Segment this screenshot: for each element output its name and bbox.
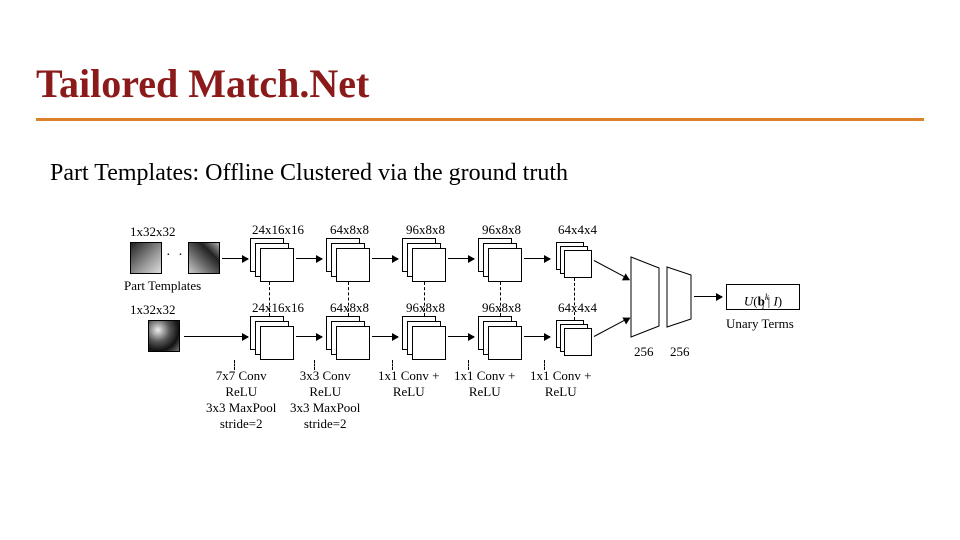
fmap-size-1b: 24x16x16 <box>252 300 304 316</box>
conv-desc-3: 1x1 Conv + ReLU <box>378 368 440 400</box>
fc-layer-2-shape <box>666 266 692 328</box>
branch-tie-3 <box>424 282 425 316</box>
template-thumb-1 <box>130 242 162 274</box>
arrow-icon <box>594 317 630 337</box>
arrow-icon <box>372 258 398 259</box>
conv-desc-5: 1x1 Conv + ReLU <box>530 368 592 400</box>
part-templates-label: Part Templates <box>124 278 201 294</box>
fmap-size-3b: 96x8x8 <box>406 300 445 316</box>
fmap-size-5b: 64x4x4 <box>558 300 597 316</box>
fmap-size-1: 24x16x16 <box>252 222 304 238</box>
branch-tie-4 <box>500 282 501 316</box>
bottom-input-size: 1x32x32 <box>130 302 176 318</box>
fc-size-1: 256 <box>634 344 654 360</box>
fmap-size-4: 96x8x8 <box>482 222 521 238</box>
branch-tie-1 <box>269 282 270 316</box>
slide-title: Tailored Match.Net <box>36 60 369 107</box>
arrow-icon <box>594 260 630 280</box>
matchnet-diagram: 1x32x32 · · · Part Templates 1x32x32 24x… <box>130 220 860 450</box>
arrow-icon <box>184 336 248 337</box>
arrow-icon <box>448 258 474 259</box>
top-input-size: 1x32x32 <box>130 224 176 240</box>
conv-desc-1: 7x7 Conv ReLU 3x3 MaxPool stride=2 <box>206 368 276 432</box>
arrow-icon <box>296 336 322 337</box>
arrow-icon <box>448 336 474 337</box>
arrow-icon <box>524 336 550 337</box>
branch-tie-2 <box>348 282 349 316</box>
arrow-icon <box>372 336 398 337</box>
fmap-size-5: 64x4x4 <box>558 222 597 238</box>
image-patch-thumb <box>148 320 180 352</box>
label-tie <box>392 360 393 370</box>
fmap-size-4b: 96x8x8 <box>482 300 521 316</box>
fmap-size-3: 96x8x8 <box>406 222 445 238</box>
fc-layer-1-shape <box>630 256 660 338</box>
output-unary-box: U(bki | I) <box>726 284 800 310</box>
conv-desc-4: 1x1 Conv + ReLU <box>454 368 516 400</box>
slide-subtitle: Part Templates: Offline Clustered via th… <box>50 160 568 187</box>
label-tie <box>468 360 469 370</box>
arrow-icon <box>694 296 722 297</box>
conv-desc-2: 3x3 Conv ReLU 3x3 MaxPool stride=2 <box>290 368 360 432</box>
arrow-icon <box>524 258 550 259</box>
fc-size-2: 256 <box>670 344 690 360</box>
template-thumb-2 <box>188 242 220 274</box>
arrow-icon <box>222 258 248 259</box>
branch-tie-5 <box>574 278 575 320</box>
label-tie <box>234 360 235 370</box>
fmap-size-2b: 64x8x8 <box>330 300 369 316</box>
fmap-size-2: 64x8x8 <box>330 222 369 238</box>
arrow-icon <box>296 258 322 259</box>
title-divider <box>36 118 924 121</box>
label-tie <box>544 360 545 370</box>
label-tie <box>314 360 315 370</box>
output-label: Unary Terms <box>726 316 794 332</box>
